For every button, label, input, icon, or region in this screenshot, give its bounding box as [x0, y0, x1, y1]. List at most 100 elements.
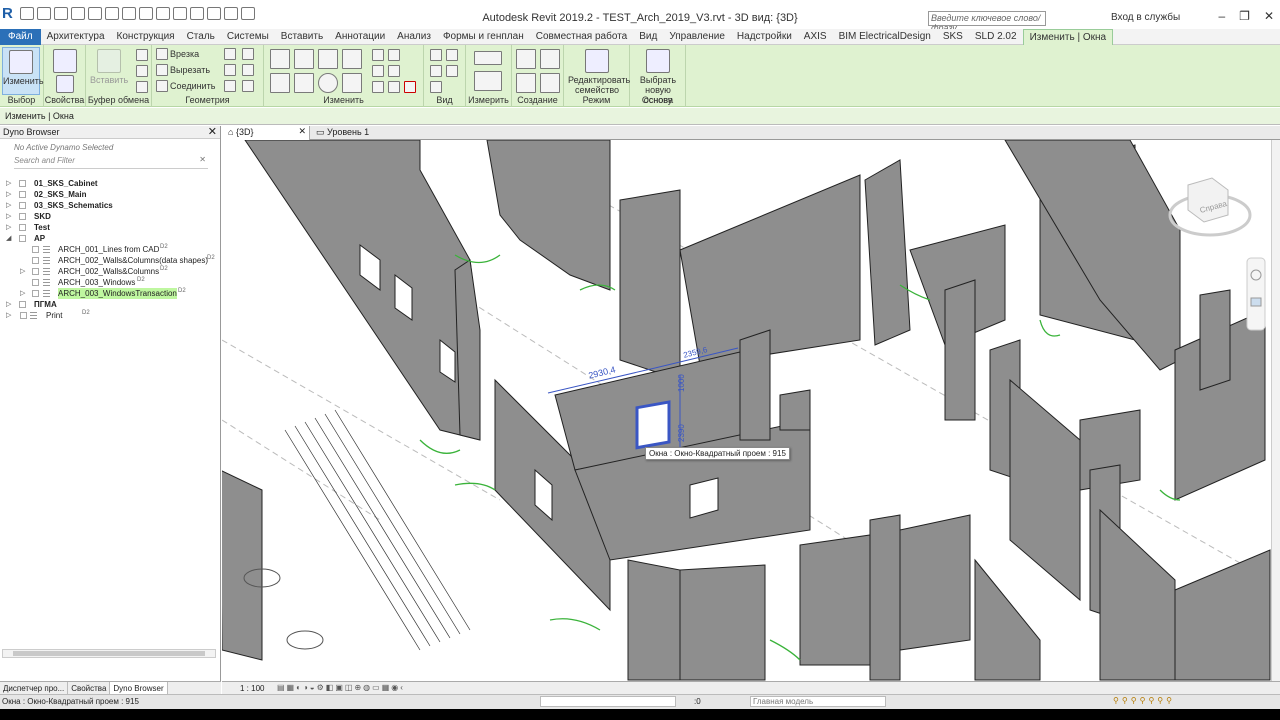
unpin-icon[interactable] — [388, 81, 400, 93]
ribbon-tab[interactable]: BIM ElectricalDesign — [833, 29, 937, 45]
split-gap-icon[interactable] — [388, 49, 400, 61]
search-input[interactable]: Введите ключевое слово/фразу — [928, 11, 1046, 33]
ribbon-tab[interactable]: Аннотации — [329, 29, 391, 45]
close-icon[interactable]: ✕ — [208, 125, 217, 138]
tree-item[interactable]: ◢ АР — [0, 233, 220, 244]
selection-filter-icons[interactable]: ⚲⚲⚲⚲⚲⚲⚲ — [1113, 696, 1175, 705]
ribbon-tab[interactable]: AXIS — [798, 29, 833, 45]
horizontal-scrollbar[interactable] — [2, 649, 216, 658]
modify-button[interactable]: Изменить — [2, 47, 44, 95]
move-icon[interactable] — [270, 73, 290, 93]
array-icon[interactable] — [372, 65, 384, 77]
view-scale[interactable]: 1 : 100 — [240, 684, 264, 693]
collapsed-arrow-icon[interactable]: ▷ — [6, 200, 11, 211]
tree-item[interactable]: ▷ SKD — [0, 211, 220, 222]
redo-icon[interactable] — [88, 7, 102, 20]
ribbon-tab[interactable]: SKS — [937, 29, 969, 45]
paste-button[interactable]: Вставить — [90, 47, 128, 95]
open-icon[interactable] — [20, 7, 34, 20]
tree-item[interactable]: ▷ 01_SKS_Cabinet — [0, 178, 220, 189]
paint-icon[interactable] — [224, 64, 236, 76]
ribbon-tab[interactable]: Вид — [633, 29, 663, 45]
split-face-icon[interactable] — [242, 48, 254, 60]
ribbon-tab[interactable]: Конструкция — [111, 29, 181, 45]
match-type-icon[interactable] — [136, 81, 148, 93]
join-icon[interactable] — [156, 80, 168, 92]
tree-item[interactable]: ARCH_001_Lines from CAD D2 — [0, 244, 220, 255]
ribbon-tab[interactable]: Архитектура — [41, 29, 111, 45]
design-option-dropdown[interactable]: Главная модель — [750, 696, 886, 707]
checkbox[interactable] — [32, 268, 39, 275]
print-icon[interactable] — [105, 7, 119, 20]
clear-filter-icon[interactable]: ✕ — [199, 155, 206, 164]
ribbon-tab[interactable]: Формы и генплан — [437, 29, 530, 45]
collapsed-arrow-icon[interactable]: ▷ — [6, 178, 11, 189]
expanded-arrow-icon[interactable]: ◢ — [6, 233, 11, 244]
collapsed-arrow-icon[interactable]: ▷ — [20, 288, 25, 299]
vertical-scrollbar[interactable] — [1271, 140, 1280, 681]
save-icon[interactable] — [37, 7, 51, 20]
workset-dropdown[interactable] — [540, 696, 676, 707]
copy-icon[interactable] — [136, 65, 148, 77]
delete-icon[interactable] — [404, 81, 416, 93]
override-icon[interactable] — [446, 49, 458, 61]
view-filter-icon[interactable] — [446, 65, 458, 77]
tree-item[interactable]: ▷ 03_SKS_Schematics — [0, 200, 220, 211]
ribbon-tab[interactable]: Изменить | Окна — [1022, 28, 1114, 45]
folder-checkbox[interactable] — [19, 180, 26, 187]
model-canvas[interactable]: 2930,4 2359,6 1000 2390 Справа — [222, 140, 1271, 681]
split-icon[interactable] — [372, 49, 384, 61]
tree-item[interactable]: ▷ ARCH_002_Walls&Columns D2 — [0, 266, 220, 277]
tab-3d-view[interactable]: ⌂ {3D} ✕ — [222, 126, 310, 140]
checkbox[interactable] — [32, 279, 39, 286]
folder-checkbox[interactable] — [19, 202, 26, 209]
ribbon-tab[interactable]: Системы — [221, 29, 275, 45]
cut-geometry-button[interactable]: Вырезать — [170, 65, 210, 75]
collapsed-arrow-icon[interactable]: ▷ — [6, 211, 11, 222]
pick-up-icon[interactable] — [242, 80, 254, 92]
tree-item[interactable]: ARCH_002_Walls&Columns(data shapes) D2 — [0, 255, 220, 266]
mirror-axis-icon[interactable] — [318, 49, 338, 69]
checkbox[interactable] — [32, 290, 39, 297]
tree-item[interactable]: ▷ Test — [0, 222, 220, 233]
dimension-icon[interactable] — [139, 7, 153, 20]
cut-icon[interactable] — [136, 49, 148, 61]
revit-logo[interactable]: R — [2, 6, 15, 22]
thin-lines-icon[interactable] — [207, 7, 221, 20]
collapsed-arrow-icon[interactable]: ▷ — [6, 222, 11, 233]
ribbon-tab[interactable]: Надстройки — [731, 29, 798, 45]
wall-joins-icon[interactable] — [224, 48, 236, 60]
close-hidden-icon[interactable] — [224, 7, 238, 20]
login-link[interactable]: Вход в службы — [1111, 12, 1180, 23]
folder-checkbox[interactable] — [19, 224, 26, 231]
view-cube[interactable]: Справа — [1168, 177, 1252, 237]
ribbon-tab[interactable]: SLD 2.02 — [969, 29, 1023, 45]
view-control-icons[interactable]: ▤▦◐◑◒⚙◧▣◫⊕◍▭▦◉‹ — [277, 683, 405, 692]
checkbox[interactable] — [32, 257, 39, 264]
trim-icon[interactable] — [342, 73, 362, 93]
copy-element-icon[interactable] — [294, 73, 314, 93]
checkbox[interactable] — [20, 312, 27, 319]
measure-icon[interactable] — [122, 7, 136, 20]
linework-icon[interactable] — [430, 65, 442, 77]
create-group-icon[interactable] — [516, 73, 536, 93]
create-parts-icon[interactable] — [540, 49, 560, 69]
ribbon-tab[interactable]: Совместная работа — [530, 29, 634, 45]
folder-checkbox[interactable] — [19, 213, 26, 220]
select-label[interactable]: Выбор — [0, 95, 43, 105]
measure-icon[interactable] — [474, 51, 502, 65]
tree-item[interactable]: ▷ ПГМА — [0, 299, 220, 310]
minimize-icon[interactable]: – — [1218, 9, 1225, 23]
scale-icon[interactable] — [388, 65, 400, 77]
tree-item[interactable]: ▷ ARCH_003_WindowsTransaction D2 — [0, 288, 220, 299]
checkbox[interactable] — [32, 246, 39, 253]
3d-view-icon[interactable] — [173, 7, 187, 20]
align-icon[interactable] — [270, 49, 290, 69]
text-icon[interactable] — [156, 7, 170, 20]
edit-family-button[interactable]: Редактировать семейство — [568, 47, 630, 95]
ribbon-tab[interactable]: Управление — [663, 29, 731, 45]
cope-button[interactable]: Врезка — [170, 49, 199, 59]
close-icon[interactable]: ✕ — [1264, 9, 1274, 23]
pin-icon[interactable] — [372, 81, 384, 93]
collapsed-arrow-icon[interactable]: ▷ — [6, 310, 11, 321]
